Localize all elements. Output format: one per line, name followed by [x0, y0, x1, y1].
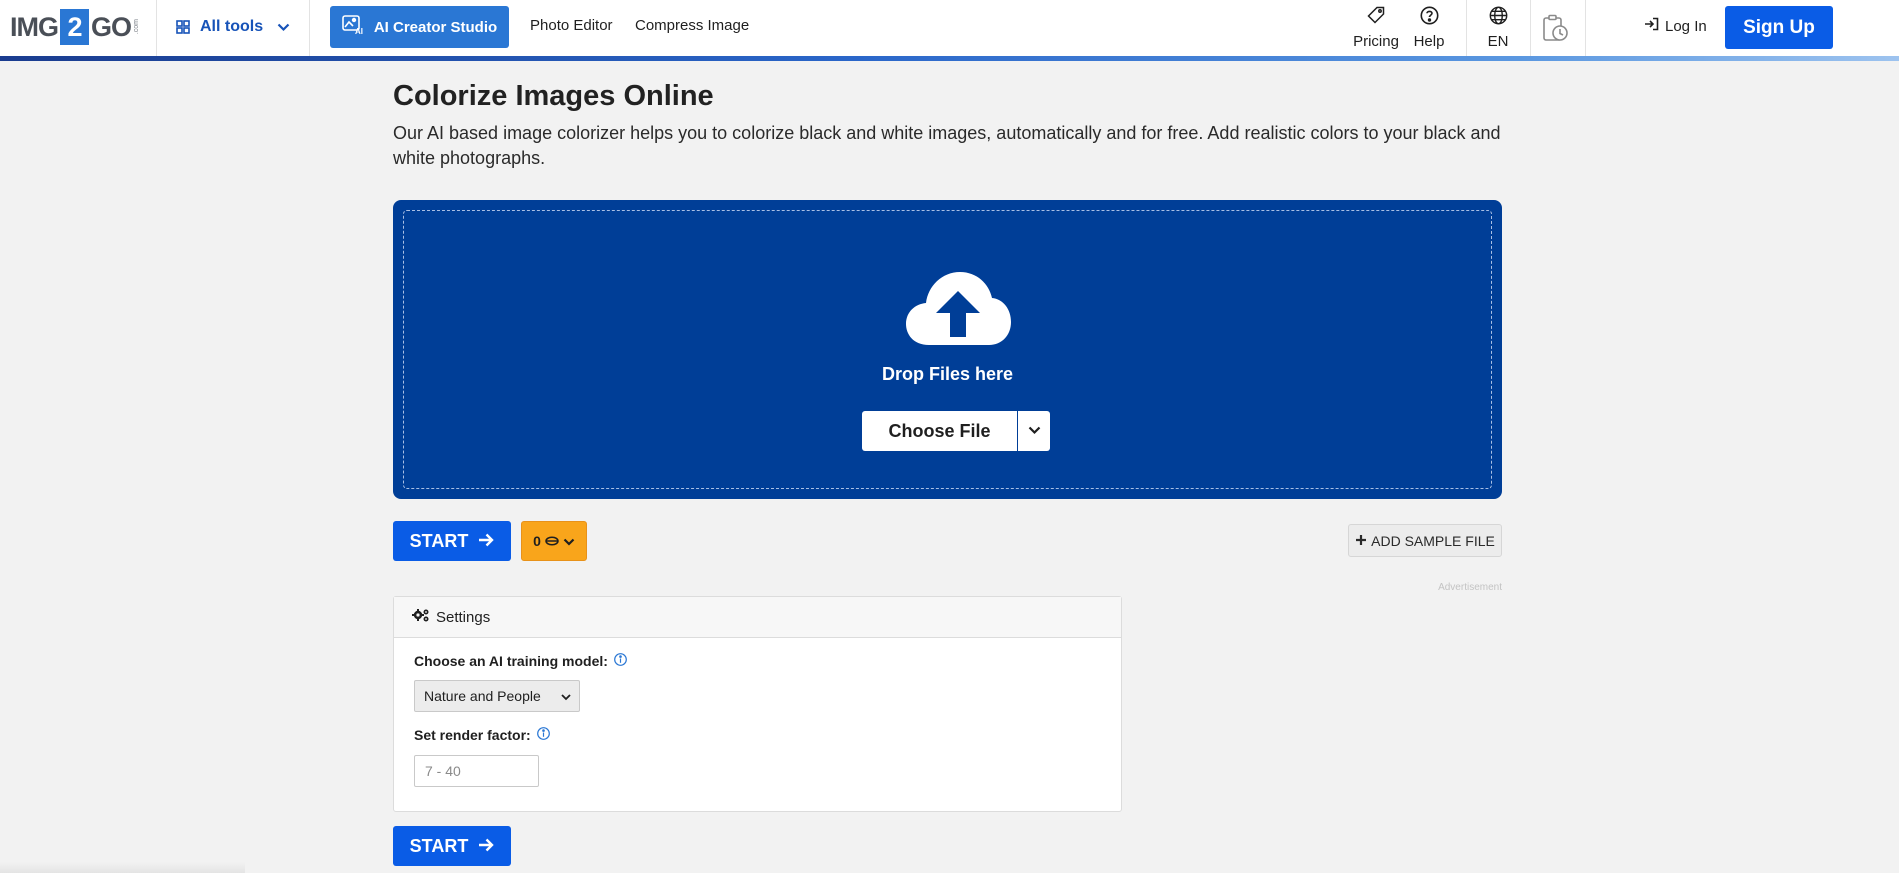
ai-creator-label: AI Creator Studio — [373, 18, 498, 36]
settings-header: Settings — [394, 597, 1121, 638]
signup-button[interactable]: Sign Up — [1725, 6, 1833, 49]
start-button-bottom[interactable]: START — [393, 826, 511, 866]
ai-model-selected-value: Nature and People — [424, 688, 541, 704]
settings-heading: Settings — [436, 608, 491, 626]
choose-file-group: Choose File — [862, 411, 1050, 451]
credits-value: 0 — [533, 533, 541, 549]
info-circle-icon[interactable] — [536, 727, 550, 743]
logo-suffix: GO — [91, 11, 132, 42]
choose-file-button[interactable]: Choose File — [862, 411, 1017, 451]
language-selector[interactable]: EN — [1486, 6, 1510, 50]
help-label: Help — [1413, 33, 1445, 50]
plus-icon — [1355, 533, 1367, 549]
ai-image-icon: AI — [342, 15, 364, 39]
start-label: START — [409, 530, 469, 551]
logo-number: 2 — [60, 9, 89, 45]
all-tools-menu[interactable]: All tools — [176, 14, 290, 40]
choose-file-source-dropdown[interactable] — [1018, 411, 1050, 451]
grid-icon — [176, 20, 190, 34]
advertisement-label: Advertisement — [1438, 582, 1502, 593]
page-title: Colorize Images Online — [393, 80, 714, 112]
header-divider — [1585, 0, 1586, 56]
site-logo[interactable]: IMG 2 GO .com — [10, 9, 141, 45]
language-label: EN — [1487, 33, 1509, 50]
header-divider — [156, 0, 157, 56]
add-sample-file-button[interactable]: ADD SAMPLE FILE — [1348, 524, 1502, 557]
cloud-upload-icon — [903, 267, 1013, 352]
svg-text:AI: AI — [355, 27, 363, 35]
bottom-scroll-shadow — [0, 862, 245, 873]
header-divider — [309, 0, 310, 56]
nav-compress-image[interactable]: Compress Image — [635, 17, 749, 34]
arrow-right-icon — [478, 836, 495, 857]
header-divider — [1466, 0, 1467, 56]
login-link[interactable]: Log In — [1644, 17, 1707, 35]
pricing-link[interactable]: Pricing — [1352, 6, 1400, 50]
ai-model-select[interactable]: Nature and People — [414, 680, 580, 712]
start-button[interactable]: START — [393, 521, 511, 561]
sign-in-icon — [1644, 17, 1659, 35]
header-accent-stripe — [0, 56, 1899, 61]
chevron-down-icon — [1028, 422, 1041, 440]
clipboard-clock-icon — [1540, 13, 1570, 43]
ai-creator-studio-button[interactable]: AI AI Creator Studio — [330, 6, 509, 48]
credits-dropdown[interactable]: 0 — [521, 521, 587, 561]
render-factor-input[interactable] — [414, 755, 539, 787]
chevron-down-icon — [277, 23, 290, 32]
add-sample-label: ADD SAMPLE FILE — [1371, 532, 1495, 549]
history-button[interactable] — [1540, 6, 1570, 50]
top-header: IMG 2 GO .com All tools AI AI Creator St — [0, 0, 1899, 58]
question-circle-icon — [1420, 6, 1439, 25]
ai-model-field-label: Choose an AI training model: — [414, 653, 627, 669]
file-dropzone[interactable]: Drop Files here Choose File — [393, 200, 1502, 499]
login-label: Log In — [1665, 17, 1707, 35]
settings-panel: Settings Choose an AI training model: Na… — [393, 596, 1122, 812]
gears-icon — [412, 608, 430, 626]
chevron-down-icon — [561, 688, 571, 704]
globe-icon — [1489, 6, 1508, 25]
render-factor-field-label: Set render factor: — [414, 727, 550, 743]
coin-icon — [545, 533, 559, 549]
drop-files-text: Drop Files here — [881, 364, 1014, 384]
dropzone-border: Drop Files here Choose File — [403, 210, 1492, 489]
logo-prefix: IMG — [10, 11, 59, 42]
chevron-down-icon — [563, 533, 575, 549]
page-description: Our AI based image colorizer helps you t… — [393, 123, 1501, 168]
arrow-right-icon — [478, 531, 495, 552]
all-tools-label: All tools — [200, 18, 264, 35]
help-link[interactable]: Help — [1412, 6, 1446, 50]
nav-photo-editor[interactable]: Photo Editor — [530, 17, 613, 34]
ai-model-label: Choose an AI training model: — [414, 653, 608, 669]
info-circle-icon[interactable] — [614, 653, 627, 669]
header-divider — [1530, 0, 1531, 56]
start-label: START — [409, 835, 469, 856]
tag-icon — [1367, 6, 1385, 24]
render-factor-label: Set render factor: — [414, 727, 531, 743]
pricing-label: Pricing — [1353, 33, 1399, 50]
logo-tld: .com — [133, 19, 141, 35]
